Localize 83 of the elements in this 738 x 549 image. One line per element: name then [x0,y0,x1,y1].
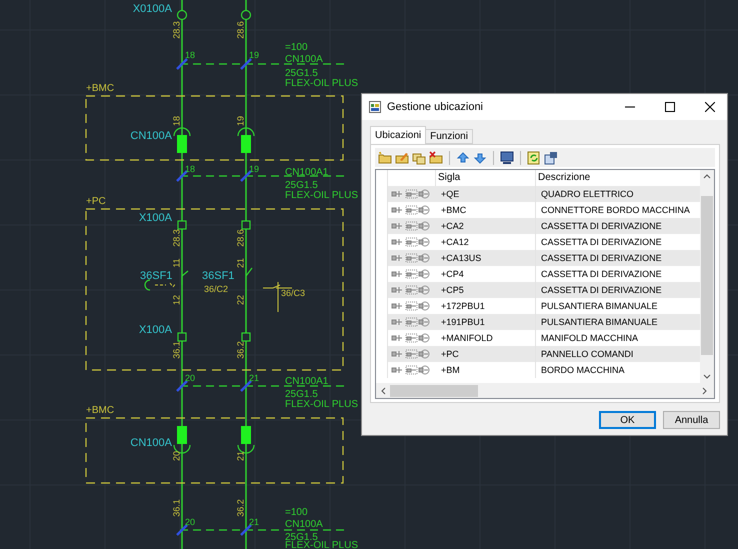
wire-number: 21 [235,451,246,461]
cable-label: CN100A1 [285,167,328,178]
device-label: 36SF1 [202,270,234,282]
wire-number: 28.6 [235,21,246,39]
terminal-number: 20 [185,517,196,527]
terminal-number: 18 [185,50,196,60]
wire-number: 12 [171,295,182,305]
cable-mark-icon [240,58,252,70]
cable-label: 25G1.5 [285,389,318,400]
location-label: +BMC [86,405,114,416]
reference-label: 36/C3 [281,288,306,298]
connector-drawing [173,127,191,153]
table-cell[interactable]: +BM [436,362,536,378]
cable-label: 25G1.5 [285,68,318,79]
folder-add-icon[interactable] [378,150,392,164]
wire-number: 28.6 [235,229,246,247]
wire-number: 36.2 [235,499,246,517]
wire-number: 36.2 [235,341,246,359]
cable-mark-icon [240,380,252,392]
horizontal-scrollbar[interactable] [376,383,714,398]
wire-number: 28.3 [171,21,182,39]
column-header[interactable]: Sigla [436,170,536,186]
terminal-number: 21 [249,517,260,527]
delete-icon[interactable] [429,150,443,164]
cable-mark-icon [176,58,188,70]
arrow-down-icon[interactable] [473,150,487,164]
tab[interactable]: Ubicazioni [370,126,426,144]
wire-number: 18 [171,116,182,126]
location-label: +PC [86,196,106,207]
vertical-scrollbar[interactable] [700,170,714,383]
wire-number: 21 [235,258,246,268]
settings-icon[interactable] [544,150,558,164]
connector-drawing [237,127,255,153]
device-label: X0100A [132,3,172,15]
close-icon[interactable] [705,102,715,112]
window-title: Gestione ubicazioni [387,101,484,113]
maximize-icon[interactable] [665,102,675,112]
device-label: 36SF1 [140,270,172,282]
scrollbar-thumb[interactable] [390,384,478,396]
location-label: +BMC [86,83,114,94]
tab[interactable]: Funzioni [425,129,473,144]
cable-label: FLEX-OIL PLUS [285,78,358,89]
wire-number: 28.3 [171,229,182,247]
switch-contact-drawing [246,268,252,276]
cable-label: =100 [285,42,308,53]
cable-label: CN100A [285,519,323,530]
app-icon [369,101,381,113]
reference-label: 36/C2 [204,284,228,294]
terminal-number: 19 [249,50,260,60]
wire-number: 36.1 [171,499,182,517]
wire-number: 19 [235,116,246,126]
wire-number: 11 [171,258,182,268]
wire-number: 36.1 [171,341,182,359]
device-label: CN100A [130,437,172,449]
arrow-up-icon[interactable] [456,150,470,164]
cancel-button[interactable]: Annulla [663,411,720,429]
cable-label: FLEX-OIL PLUS [285,399,358,410]
device-label: X100A [138,212,172,224]
terminal-number: 21 [249,373,260,383]
device-label: X100A [138,324,172,336]
cable-label: CN100A1 [285,376,328,387]
scrollbar-thumb[interactable] [701,196,713,355]
ok-button[interactable]: OK [599,411,656,429]
cable-mark-icon [176,524,188,536]
pencil-icon[interactable] [395,150,409,164]
terminal-number: 19 [249,164,260,174]
wire-number: 20 [171,451,182,461]
monitor-icon[interactable] [500,150,514,164]
cable-mark-icon [176,380,188,392]
refresh-icon[interactable] [527,150,541,164]
wire-number: 22 [235,295,246,305]
terminal-square [241,332,251,342]
terminal-number: 18 [185,164,196,174]
cable-label: 25G1.5 [285,180,318,191]
device-label: CN100A [130,130,172,142]
cable-label: CN100A [285,54,323,65]
cable-mark-icon [240,524,252,536]
cable-label: FLEX-OIL PLUS [285,540,358,549]
terminal-circle [240,10,252,20]
terminal-number: 20 [185,373,196,383]
cable-label: FLEX-OIL PLUS [285,190,358,201]
copy-icon[interactable] [412,150,426,164]
cable-label: =100 [285,507,308,518]
